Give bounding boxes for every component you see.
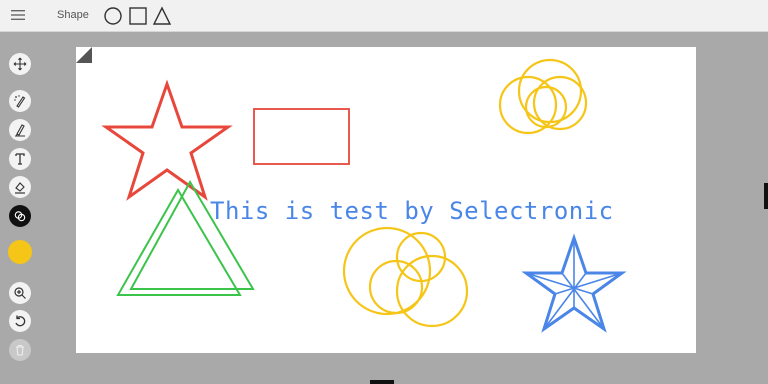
undo-tool-button[interactable] — [9, 310, 31, 332]
bottom-resize-handle[interactable] — [370, 380, 394, 384]
text-icon — [15, 153, 25, 165]
fill-tool-button[interactable] — [9, 176, 31, 198]
left-toolbar — [0, 32, 42, 384]
triangle-shape-button[interactable] — [152, 6, 172, 26]
delete-tool-button[interactable] — [9, 339, 31, 361]
zoom-in-tool-button[interactable] — [9, 282, 31, 304]
delete-icon — [16, 344, 24, 356]
shape-label: Shape — [57, 9, 89, 21]
canvas-text[interactable]: This is test by Selectronic — [210, 197, 614, 225]
red-rectangle-shape[interactable] — [253, 108, 350, 165]
blue-star-shape[interactable] — [521, 233, 627, 333]
color-swatch[interactable] — [8, 240, 32, 264]
fill-icon — [15, 182, 25, 194]
drawing-canvas[interactable]: This is test by Selectronic — [76, 47, 696, 353]
right-resize-handle[interactable] — [764, 183, 768, 209]
move-icon — [13, 57, 27, 71]
move-tool-button[interactable] — [9, 53, 31, 75]
text-tool-button[interactable] — [9, 148, 31, 170]
pen-icon — [15, 124, 25, 137]
layers-tool-button[interactable] — [9, 205, 31, 227]
red-star-shape[interactable] — [101, 79, 233, 201]
circle-shape-button[interactable] — [103, 6, 123, 26]
magic-pen-tool-button[interactable] — [9, 90, 31, 112]
yellow-circles-bottom[interactable] — [342, 226, 469, 328]
pen-tool-button[interactable] — [9, 119, 31, 141]
top-toolbar: Shape — [0, 0, 768, 32]
zoom-in-icon — [14, 287, 26, 299]
canvas-resize-corner[interactable] — [76, 47, 92, 63]
magic-pen-icon — [14, 95, 26, 108]
undo-icon — [15, 315, 26, 327]
yellow-circles-top[interactable] — [498, 58, 588, 135]
hamburger-menu-icon[interactable] — [10, 8, 26, 22]
layers-icon — [14, 211, 26, 222]
square-shape-button[interactable] — [128, 6, 148, 26]
